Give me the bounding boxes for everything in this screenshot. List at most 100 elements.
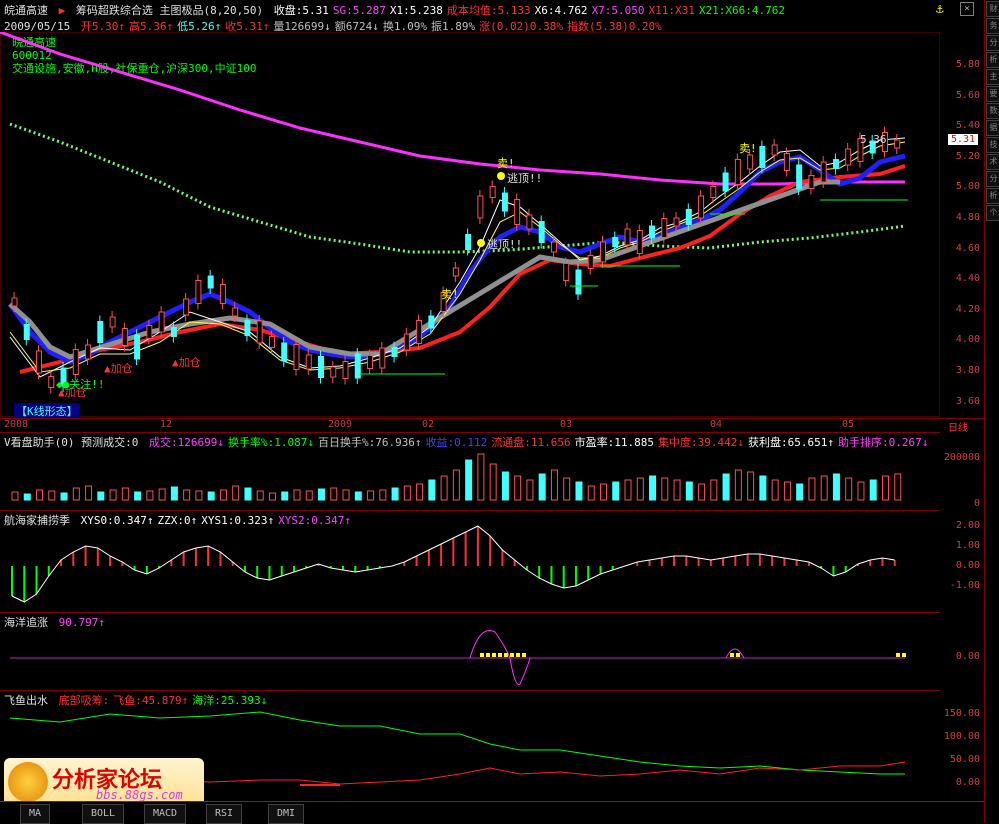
axis-tick: 5.20	[955, 150, 980, 162]
volume-bar	[857, 481, 865, 501]
header-line: 皖通高速 ▶ 筹码超跌综合选 主图极品(8,20,50) 收盘:5.31 SG:5…	[4, 2, 793, 18]
sidebar-tab[interactable]: 要	[986, 86, 999, 102]
volume-bar	[305, 490, 313, 501]
volume-bar	[894, 473, 902, 501]
candle-body	[36, 350, 43, 374]
candle-body	[354, 353, 361, 379]
tab-boll[interactable]: BOLL	[82, 804, 125, 824]
tab-ma[interactable]: MA	[20, 804, 51, 824]
axis-tick: 0.00	[955, 560, 980, 571]
right-sidebar: 财务分析主要数据技术分析个	[984, 0, 999, 823]
candle-body	[538, 221, 545, 243]
volume-bar	[183, 489, 191, 501]
volume-bar	[734, 469, 742, 501]
candle-body	[97, 321, 104, 343]
price-axis: 5.80 5.60 5.40 5.20 5.00 4.80 4.60 4.40 4.20 4.00…	[940, 32, 984, 417]
axis-tick: 5.40	[955, 120, 980, 132]
volume-bar	[649, 475, 657, 501]
indicator-tabs: MA BOLL MACD RSI DMI	[0, 801, 984, 824]
volume-bar	[440, 475, 448, 501]
candle-body	[501, 192, 508, 212]
volume-bar	[109, 489, 117, 501]
candle-body	[845, 148, 852, 166]
sidebar-tab[interactable]: 技	[986, 137, 999, 153]
candle-body	[526, 214, 533, 230]
volume-bar	[170, 486, 178, 501]
candle-body	[722, 172, 729, 192]
axis-tick: 4.60	[955, 242, 980, 254]
candle-body	[11, 297, 18, 307]
candle-body	[649, 225, 656, 239]
tab-macd[interactable]: MACD	[144, 804, 187, 824]
tab-dmi[interactable]: DMI	[268, 804, 305, 824]
candle-body	[268, 336, 275, 348]
axis-tick: 5.60	[955, 89, 980, 101]
sidebar-tab[interactable]: 析	[986, 188, 999, 204]
volume-bar	[624, 479, 632, 501]
candle-body	[514, 199, 521, 225]
volume-bar	[722, 473, 730, 501]
volume-bar	[526, 479, 534, 501]
candle-body	[244, 320, 251, 336]
candle-body	[48, 376, 55, 388]
tab-rsi[interactable]: RSI	[206, 804, 243, 824]
candle-body	[783, 153, 790, 171]
axis-tick: 100.00	[943, 731, 980, 742]
sidebar-tab[interactable]: 财	[986, 1, 999, 17]
sidebar-tab[interactable]: 分	[986, 171, 999, 187]
volume-bar	[60, 492, 68, 501]
sidebar-tab[interactable]: 析	[986, 52, 999, 68]
date-label[interactable]: 日线	[948, 419, 968, 434]
volume-bar	[281, 491, 289, 501]
volume-bar	[832, 473, 840, 501]
volume-bar	[501, 471, 509, 501]
candle-body	[207, 275, 214, 289]
ma-thin-yellow	[9, 141, 906, 373]
current-price-tag: 5.31	[948, 134, 979, 145]
volume-bar	[256, 490, 264, 501]
volume-bar	[379, 489, 387, 501]
sell-signal: 卖!	[441, 288, 459, 301]
close-icon[interactable]: ×	[960, 2, 974, 16]
volume-bar	[698, 483, 706, 501]
indicator-name[interactable]: 筹码超跌综合选 主图极品(8,20,50)	[76, 4, 263, 17]
candle-body	[109, 316, 116, 328]
volume-bar	[869, 479, 877, 501]
volume-bar	[796, 483, 804, 501]
candle-body	[612, 237, 619, 247]
kline-pattern-button[interactable]: 【K线形态】	[14, 403, 80, 419]
volume-bar	[134, 491, 142, 501]
candle-body	[685, 209, 692, 225]
sea-axis: 0.00	[940, 626, 984, 688]
sidebar-tab[interactable]: 分	[986, 35, 999, 51]
sidebar-tab[interactable]: 术	[986, 154, 999, 170]
date-label: 02	[422, 419, 435, 430]
axis-tick: 5.00	[955, 181, 980, 193]
sea-chart	[10, 630, 906, 685]
axis-tick: 4.20	[955, 303, 980, 315]
volume-bar	[710, 479, 718, 501]
candle-body	[293, 344, 300, 370]
candle-body	[820, 161, 827, 183]
volume-bar	[244, 487, 252, 501]
candle-body	[85, 344, 92, 360]
sidebar-tab[interactable]: 主	[986, 69, 999, 85]
candle-body	[318, 356, 325, 378]
main-price-chart[interactable]	[0, 32, 940, 417]
volume-bar	[158, 488, 166, 501]
candle-body	[305, 354, 312, 370]
escape-top-icon	[477, 239, 485, 247]
volume-bar	[514, 475, 522, 501]
anchor-icon[interactable]: ⚓	[936, 2, 944, 17]
volume-bar	[403, 485, 411, 501]
escape-top-icon	[497, 172, 505, 180]
play-marker[interactable]: ▶	[59, 4, 66, 17]
escape-top-label: 逃顶!!	[507, 172, 543, 185]
sidebar-tab[interactable]: 数	[986, 103, 999, 119]
sidebar-tab[interactable]: 务	[986, 18, 999, 34]
volume-bar	[11, 491, 19, 501]
sidebar-tab[interactable]: 据	[986, 120, 999, 136]
volume-bar	[428, 479, 436, 501]
candle-body	[428, 315, 435, 329]
sidebar-tab[interactable]: 个	[986, 205, 999, 221]
